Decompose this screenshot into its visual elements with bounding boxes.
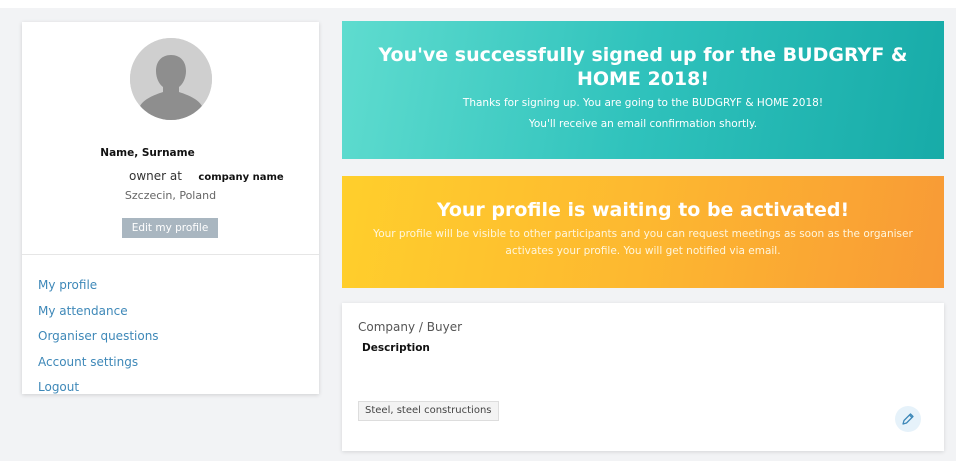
nav-item-my-profile[interactable]: My profile <box>38 278 159 304</box>
location: Szczecin, Poland <box>124 189 217 202</box>
company-card: Company / Buyer Description Steel, steel… <box>342 303 944 451</box>
role-text: owner at <box>129 169 182 183</box>
top-bar <box>0 0 956 8</box>
nav-item-my-attendance[interactable]: My attendance <box>38 304 159 330</box>
company-type: Company / Buyer <box>358 320 463 334</box>
activation-text: Your profile will be visible to other pa… <box>373 228 913 257</box>
activation-title: Your profile is waiting to be activated! <box>436 199 850 221</box>
edit-company-button[interactable] <box>895 406 921 432</box>
user-name: Name, Surname <box>100 147 195 159</box>
nav-item-organiser-questions[interactable]: Organiser questions <box>38 329 159 355</box>
tag: Steel, steel constructions <box>358 401 499 421</box>
user-silhouette-icon <box>130 38 212 120</box>
avatar <box>130 38 212 120</box>
pencil-icon <box>902 413 914 425</box>
success-title: You've successfully signed up for the BU… <box>378 44 908 90</box>
success-line-1: Thanks for signing up. You are going to … <box>462 97 824 109</box>
activation-banner: Your profile is waiting to be activated!… <box>342 176 944 288</box>
role-line: owner at company name <box>129 167 284 185</box>
profile-nav: My profile My attendance Organiser quest… <box>38 278 159 406</box>
divider <box>22 254 319 255</box>
profile-card: Name, Surname owner at company name Szcz… <box>22 22 319 394</box>
nav-item-account-settings[interactable]: Account settings <box>38 355 159 381</box>
company-name: company name <box>198 172 284 183</box>
nav-item-logout[interactable]: Logout <box>38 380 159 406</box>
company-description: Description <box>362 342 430 354</box>
success-line-2: You'll receive an email confirmation sho… <box>528 118 758 130</box>
edit-profile-button[interactable]: Edit my profile <box>122 218 218 238</box>
success-banner: You've successfully signed up for the BU… <box>342 21 944 159</box>
